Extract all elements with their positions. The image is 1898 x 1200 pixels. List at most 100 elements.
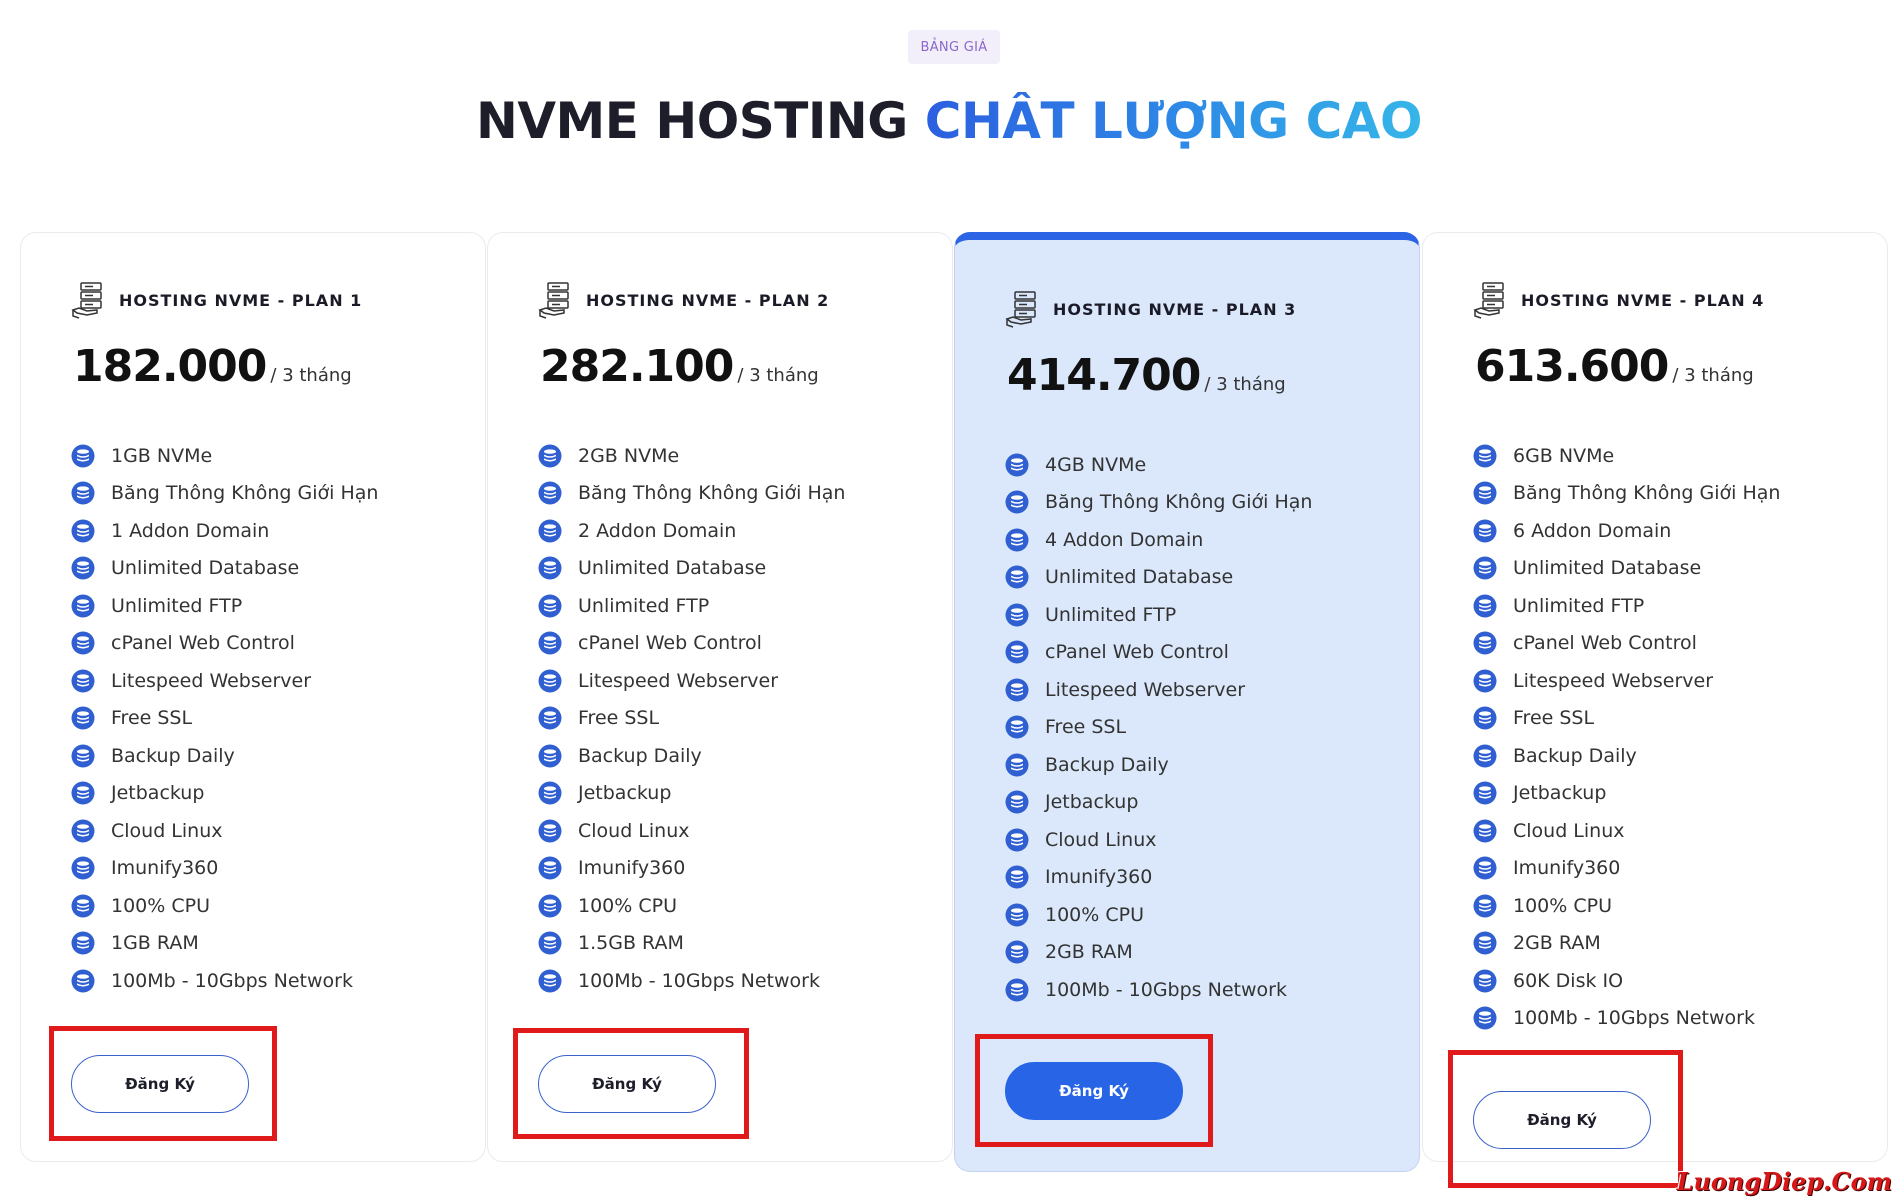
plan-price: 613.600 xyxy=(1475,341,1669,392)
feature-label: Jetbackup xyxy=(111,782,205,805)
feature-label: 100Mb - 10Gbps Network xyxy=(578,969,820,992)
feature-label: Imunify360 xyxy=(111,857,219,880)
database-icon xyxy=(71,744,95,768)
feature-label: Unlimited Database xyxy=(1045,566,1234,589)
feature-label: Free SSL xyxy=(1045,716,1127,739)
feature-label: 100% CPU xyxy=(578,894,677,917)
feature-label: 1.5GB RAM xyxy=(578,932,684,955)
plan-price: 414.700 xyxy=(1007,350,1201,401)
feature-item: Jetbackup xyxy=(1005,784,1312,822)
feature-label: Jetbackup xyxy=(1045,791,1139,814)
database-icon xyxy=(1005,453,1029,477)
highlight-box xyxy=(49,1026,277,1141)
feature-label: 4 Addon Domain xyxy=(1045,528,1204,551)
feature-item: 100% CPU xyxy=(1473,887,1780,925)
feature-item: Băng Thông Không Giới Hạn xyxy=(1473,475,1780,513)
database-icon xyxy=(1005,790,1029,814)
feature-item: 100Mb - 10Gbps Network xyxy=(1473,1000,1780,1038)
feature-item: cPanel Web Control xyxy=(71,625,378,663)
feature-label: Cloud Linux xyxy=(1045,828,1157,851)
database-icon xyxy=(538,969,562,993)
plan-name: HOSTING NVME - PLAN 2 xyxy=(586,290,830,310)
feature-item: Băng Thông Không Giới Hạn xyxy=(538,475,845,513)
feature-label: cPanel Web Control xyxy=(1045,641,1229,664)
title-dark: NVME HOSTING xyxy=(476,92,908,150)
price-row: 613.600 / 3 tháng xyxy=(1475,341,1754,392)
feature-item: 2GB NVMe xyxy=(538,437,845,475)
feature-item: 100Mb - 10Gbps Network xyxy=(71,962,378,1000)
feature-label: Unlimited Database xyxy=(111,557,300,580)
feature-label: Litespeed Webserver xyxy=(1045,678,1246,701)
database-icon xyxy=(538,744,562,768)
feature-list: 2GB NVMe Băng Thông Không Giới Hạn 2 Addon… xyxy=(538,437,845,1000)
feature-label: Unlimited FTP xyxy=(111,594,243,617)
database-icon xyxy=(1005,603,1029,627)
database-icon xyxy=(71,631,95,655)
feature-item: Băng Thông Không Giới Hạn xyxy=(71,475,378,513)
highlight-box xyxy=(1448,1050,1683,1188)
price-row: 414.700 / 3 tháng xyxy=(1007,350,1286,401)
database-icon xyxy=(71,519,95,543)
plan-name: HOSTING NVME - PLAN 4 xyxy=(1521,290,1765,310)
database-icon xyxy=(1005,640,1029,664)
feature-item: 2GB RAM xyxy=(1005,934,1312,972)
feature-label: Jetbackup xyxy=(1513,782,1607,805)
feature-item: 2GB RAM xyxy=(1473,925,1780,963)
database-icon xyxy=(1005,715,1029,739)
feature-label: 1GB NVMe xyxy=(111,444,213,467)
feature-label: Unlimited FTP xyxy=(1045,603,1177,626)
database-icon xyxy=(1473,744,1497,768)
database-icon xyxy=(1005,490,1029,514)
plan-header: HOSTING NVME - PLAN 2 xyxy=(538,281,829,319)
highlight-box xyxy=(513,1028,749,1139)
price-row: 282.100 / 3 tháng xyxy=(540,341,819,392)
feature-label: Unlimited FTP xyxy=(578,594,710,617)
database-icon xyxy=(538,669,562,693)
database-icon xyxy=(71,444,95,468)
feature-item: Jetbackup xyxy=(538,775,845,813)
feature-label: 1 Addon Domain xyxy=(111,519,270,542)
plan-price: 182.000 xyxy=(73,341,267,392)
database-icon xyxy=(538,706,562,730)
feature-item: Unlimited FTP xyxy=(71,587,378,625)
database-icon xyxy=(1473,444,1497,468)
feature-item: 1GB RAM xyxy=(71,925,378,963)
feature-item: Cloud Linux xyxy=(71,812,378,850)
database-icon xyxy=(1473,856,1497,880)
feature-item: Unlimited Database xyxy=(538,550,845,588)
section-badge: BẢNG GIÁ xyxy=(908,30,1000,64)
feature-list: 4GB NVMe Băng Thông Không Giới Hạn 4 Addon… xyxy=(1005,446,1312,1009)
feature-item: Cloud Linux xyxy=(1005,821,1312,859)
database-icon xyxy=(71,931,95,955)
feature-item: 4 Addon Domain xyxy=(1005,521,1312,559)
feature-label: Cloud Linux xyxy=(1513,819,1625,842)
feature-item: 100% CPU xyxy=(71,887,378,925)
database-icon xyxy=(1005,903,1029,927)
feature-item: Free SSL xyxy=(1473,700,1780,738)
feature-list: 6GB NVMe Băng Thông Không Giới Hạn 6 Addon… xyxy=(1473,437,1780,1037)
database-icon xyxy=(71,894,95,918)
plan-header: HOSTING NVME - PLAN 4 xyxy=(1473,281,1764,319)
feature-item: Litespeed Webserver xyxy=(71,662,378,700)
feature-item: cPanel Web Control xyxy=(1005,634,1312,672)
feature-label: 100Mb - 10Gbps Network xyxy=(1045,978,1287,1001)
feature-item: Backup Daily xyxy=(1473,737,1780,775)
database-icon xyxy=(1473,706,1497,730)
database-icon xyxy=(538,481,562,505)
database-icon xyxy=(1005,865,1029,889)
feature-item: 1GB NVMe xyxy=(71,437,378,475)
feature-item: 1.5GB RAM xyxy=(538,925,845,963)
database-icon xyxy=(1473,1006,1497,1030)
feature-item: Unlimited Database xyxy=(1473,550,1780,588)
feature-label: 2GB RAM xyxy=(1513,932,1601,955)
feature-item: cPanel Web Control xyxy=(538,625,845,663)
feature-label: 4GB NVMe xyxy=(1045,453,1147,476)
feature-item: cPanel Web Control xyxy=(1473,625,1780,663)
feature-item: 100Mb - 10Gbps Network xyxy=(1005,971,1312,1009)
database-icon xyxy=(71,969,95,993)
feature-label: Backup Daily xyxy=(1513,744,1637,767)
feature-label: Băng Thông Không Giới Hạn xyxy=(1045,491,1313,514)
feature-label: Unlimited Database xyxy=(578,557,767,580)
plan-period: / 3 tháng xyxy=(1672,365,1754,386)
feature-label: 2GB NVMe xyxy=(578,444,680,467)
